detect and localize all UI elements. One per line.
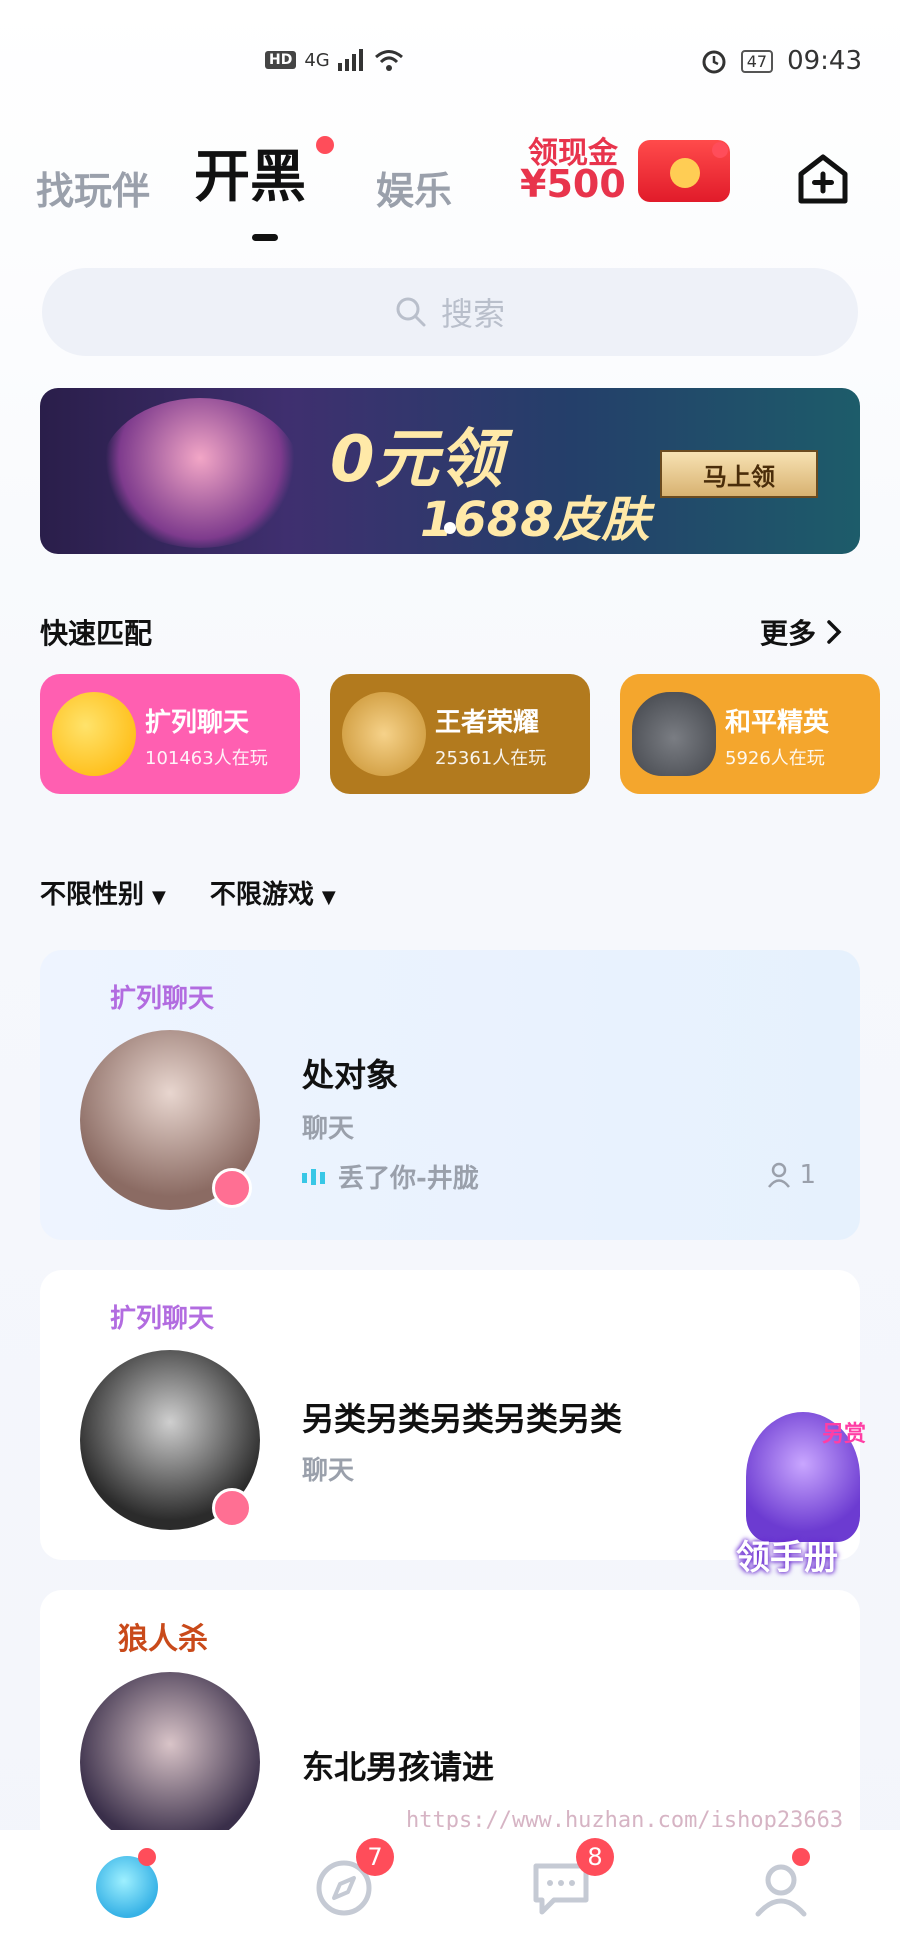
room-song: 丢了你-井胧 <box>302 1158 479 1195</box>
banner-page-indicator <box>444 522 456 534</box>
promo-amount: ¥500 <box>520 162 626 206</box>
create-room-button[interactable] <box>796 152 850 206</box>
game-filter-label: 不限游戏 <box>209 880 314 910</box>
quick-match-more-link[interactable]: 更多 <box>760 612 842 652</box>
cash-promo[interactable]: 领现金 ¥500 <box>520 128 740 208</box>
floater-label: 领手册 <box>736 1538 838 1578</box>
promo-dot <box>712 142 728 158</box>
quick-match-count: 25361人在玩 <box>435 748 547 769</box>
search-bar[interactable]: 搜索 <box>42 268 858 356</box>
message-badge: 8 <box>576 1838 614 1876</box>
nav-discover[interactable]: 7 <box>310 1838 394 1920</box>
alarm-icon <box>702 50 726 74</box>
person-icon <box>768 1162 791 1188</box>
room-tag: 扩列聊天 <box>110 1304 215 1334</box>
tab-play-together[interactable]: 开黑 <box>194 132 306 213</box>
chevron-right-icon <box>827 620 842 644</box>
quick-match-card-chat[interactable]: 扩列聊天 101463人在玩 <box>40 674 300 794</box>
nav-profile[interactable] <box>746 1848 816 1920</box>
quick-match-name: 和平精英 <box>725 708 830 738</box>
nav-home[interactable] <box>92 1848 162 1920</box>
active-tab-indicator <box>252 234 278 241</box>
banner-cta-button[interactable]: 马上领 <box>660 450 818 498</box>
quick-match-count: 5926人在玩 <box>725 748 825 769</box>
song-title: 丢了你-井胧 <box>338 1164 479 1194</box>
room-card[interactable]: 扩列聊天 处对象 聊天 丢了你-井胧 1 <box>40 950 860 1240</box>
profile-dot <box>792 1848 810 1866</box>
avatar <box>80 1672 260 1852</box>
quick-match-card-honor-of-kings[interactable]: 王者荣耀 25361人在玩 <box>330 674 590 794</box>
hd-label: HD <box>265 51 297 69</box>
banner-character-image <box>100 398 300 548</box>
helmet-icon <box>632 692 716 776</box>
handbook-floating-promo[interactable]: 另赏 领手册 <box>736 1412 870 1578</box>
promo-banner[interactable]: 0元领 1688皮肤 马上领 <box>40 388 860 554</box>
top-tabs: 找玩伴 开黑 娱乐 <box>36 136 876 241</box>
network-label: 4G <box>304 49 330 71</box>
floater-top-label: 另赏 <box>822 1422 867 1447</box>
sound-wave-icon <box>302 1168 325 1185</box>
tab-notification-dot <box>316 136 334 154</box>
emoji-face-icon <box>52 692 136 776</box>
signal-icon <box>337 49 363 71</box>
home-plus-icon <box>798 154 848 204</box>
quick-match-name: 王者荣耀 <box>435 708 540 738</box>
status-right: 47 09:43 <box>701 46 862 76</box>
status-bar: HD 4G 47 09:43 <box>0 0 900 100</box>
room-category: 聊天 <box>302 1114 355 1144</box>
nav-messages[interactable]: 8 <box>526 1838 614 1920</box>
gender-filter[interactable]: 不限性别 ▼ <box>40 874 166 911</box>
room-title: 处对象 <box>302 1056 399 1094</box>
banner-subline: 1688皮肤 <box>420 492 650 548</box>
quick-match-count: 101463人在玩 <box>145 748 268 769</box>
bottom-nav: 7 8 <box>0 1830 900 1950</box>
search-icon <box>396 297 426 327</box>
game-filter[interactable]: 不限游戏 ▼ <box>210 874 336 911</box>
clock: 09:43 <box>787 46 862 76</box>
honor-of-kings-icon <box>342 692 426 776</box>
caret-down-icon: ▼ <box>152 887 166 908</box>
tab-entertainment[interactable]: 娱乐 <box>376 160 452 215</box>
search-placeholder: 搜索 <box>440 295 505 333</box>
quick-match-card-peace-elite[interactable]: 和平精英 5926人在玩 <box>620 674 880 794</box>
gender-filter-label: 不限性别 <box>40 880 145 910</box>
female-icon <box>212 1168 252 1208</box>
room-tag: 扩列聊天 <box>110 984 215 1014</box>
caret-down-icon: ▼ <box>321 887 336 908</box>
home-dot <box>138 1848 156 1866</box>
werewolf-game-logo: 狼人杀 <box>118 1622 208 1657</box>
battery-indicator: 47 <box>740 49 774 73</box>
tab-find-partner[interactable]: 找玩伴 <box>36 160 150 215</box>
more-label: 更多 <box>760 617 817 650</box>
quick-match-name: 扩列聊天 <box>145 708 250 738</box>
status-left: HD 4G <box>265 48 404 72</box>
filter-bar: 不限性别 ▼ 不限游戏 ▼ <box>40 874 336 911</box>
member-count-value: 1 <box>799 1160 816 1190</box>
quick-match-title: 快速匹配 <box>40 617 153 650</box>
profile-icon <box>755 1864 807 1917</box>
room-category: 聊天 <box>302 1456 355 1486</box>
discover-badge: 7 <box>356 1838 394 1876</box>
room-title: 另类另类另类另类另类 <box>302 1400 623 1438</box>
wifi-icon <box>374 50 403 71</box>
room-title: 东北男孩请进 <box>302 1748 495 1786</box>
room-member-count: 1 <box>767 1160 816 1190</box>
female-icon <box>212 1488 252 1528</box>
coin-icon <box>670 158 700 188</box>
